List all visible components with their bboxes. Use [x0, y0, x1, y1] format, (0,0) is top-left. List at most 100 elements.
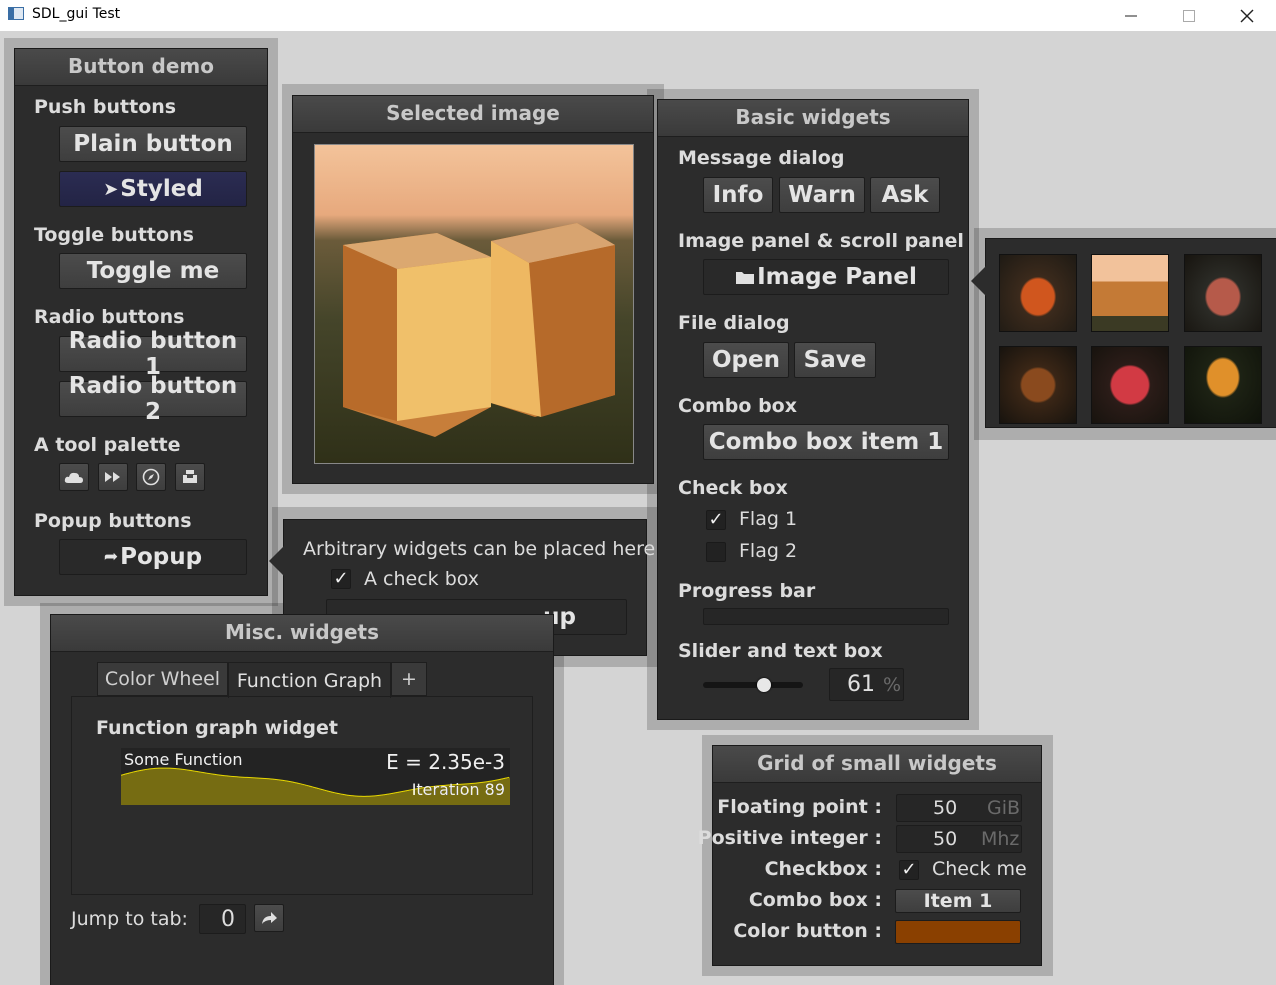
flag2-checkbox[interactable]: [706, 542, 726, 562]
rocket-icon: ➤: [103, 178, 119, 200]
slider[interactable]: [703, 675, 803, 695]
jump-to-tab-label: Jump to tab:: [71, 908, 188, 930]
positive-integer-input[interactable]: 50 Mhz: [896, 825, 1022, 853]
progress-bar-label: Progress bar: [678, 580, 816, 602]
floating-point-unit: GiB: [987, 797, 1021, 819]
fast-forward-icon: [105, 472, 120, 482]
radio-buttons-label: Radio buttons: [34, 306, 185, 328]
tab-add[interactable]: +: [391, 662, 427, 696]
thumbnail-3[interactable]: [1184, 254, 1262, 332]
plain-button[interactable]: Plain button: [59, 126, 247, 162]
popup-checkbox[interactable]: ✓: [331, 569, 351, 589]
styled-button[interactable]: ➤ Styled: [59, 171, 247, 207]
combo-box-label: Combo box: [678, 395, 797, 417]
radio-button-1[interactable]: Radio button 1: [59, 328, 247, 380]
grid-checkbox[interactable]: ✓: [899, 860, 919, 880]
thumbnail-2[interactable]: [1091, 254, 1169, 332]
tool-cloud-button[interactable]: [59, 463, 89, 491]
ask-button[interactable]: Ask: [870, 177, 940, 213]
thumbnail-5[interactable]: [1091, 346, 1169, 424]
window-header[interactable]: Basic widgets: [658, 100, 968, 137]
grid-label-checkbox: Checkbox :: [764, 858, 882, 880]
popup-buttons-label: Popup buttons: [34, 510, 192, 532]
jump-button[interactable]: [254, 904, 284, 932]
positive-integer-value: 50: [933, 828, 958, 850]
message-dialog-label: Message dialog: [678, 147, 845, 169]
window-header[interactable]: Button demo: [15, 49, 267, 86]
toggle-button[interactable]: Toggle me: [59, 253, 247, 289]
grid-label-combo-box: Combo box :: [748, 889, 882, 911]
thumbnail-6[interactable]: [1184, 346, 1262, 424]
close-icon: [1240, 9, 1254, 22]
image-panel-button[interactable]: Image Panel: [703, 259, 949, 295]
jump-to-tab-input[interactable]: 0: [199, 904, 246, 934]
styled-button-label: Styled: [120, 176, 203, 202]
graph-footer: Iteration 89: [411, 780, 505, 799]
thumbnail-1[interactable]: [999, 254, 1077, 332]
basic-widgets-window: Basic widgets Message dialog Info Warn A…: [657, 99, 969, 720]
color-button[interactable]: [895, 920, 1021, 944]
popup-button-label: Popup: [120, 544, 203, 570]
image-panel-label: Image panel & scroll panel: [678, 230, 964, 252]
compass-icon: [142, 468, 160, 486]
selected-image-window: Selected image: [292, 95, 654, 484]
combo-box[interactable]: Combo box item 1: [703, 424, 949, 460]
window-title: SDL_gui Test: [32, 6, 121, 22]
slider-unit: %: [883, 674, 902, 696]
maximize-icon: [1183, 9, 1195, 22]
os-title-bar: SDL_gui Test: [0, 0, 1276, 31]
maximize-button[interactable]: [1160, 0, 1218, 31]
tab-color-wheel[interactable]: Color Wheel: [97, 662, 228, 696]
forward-arrow-icon: [262, 912, 277, 924]
file-dialog-label: File dialog: [678, 312, 790, 334]
jump-to-tab-value: 0: [221, 907, 235, 932]
popup-arrow: [971, 266, 986, 296]
popup-checkbox-label: A check box: [364, 568, 480, 590]
tab-function-graph[interactable]: Function Graph: [228, 662, 391, 698]
folder-icon: [736, 272, 755, 284]
function-graph-label: Function graph widget: [96, 717, 338, 739]
tool-inbox-button[interactable]: [175, 463, 205, 491]
tamago-sushi-image: [343, 223, 615, 437]
window-header[interactable]: Misc. widgets: [51, 615, 553, 652]
popup-text: Arbitrary widgets can be placed here: [303, 538, 656, 560]
graph-header: E = 2.35e-3: [386, 750, 505, 774]
cloud-icon: [64, 472, 83, 483]
app-icon: [8, 7, 24, 20]
minimize-button[interactable]: [1102, 0, 1160, 31]
image-panel-button-label: Image Panel: [757, 264, 917, 290]
slider-label: Slider and text box: [678, 640, 883, 662]
radio-button-2[interactable]: Radio button 2: [59, 373, 247, 425]
positive-integer-unit: Mhz: [981, 828, 1020, 850]
grid-label-color-button: Color button :: [733, 920, 882, 942]
progress-bar: [703, 608, 949, 625]
slider-track: [703, 682, 803, 688]
share-icon: ➦: [103, 547, 119, 567]
slider-knob[interactable]: [757, 678, 771, 692]
grid-checkbox-label: Check me: [932, 858, 1027, 880]
floating-point-input[interactable]: 50 GiB: [896, 794, 1022, 822]
function-graph: Some Function E = 2.35e-3 Iteration 89: [121, 748, 510, 805]
open-button[interactable]: Open: [703, 342, 789, 378]
info-button[interactable]: Info: [703, 177, 773, 213]
popup-button[interactable]: ➦ Popup: [59, 539, 247, 575]
tool-fast-forward-button[interactable]: [98, 463, 128, 491]
grid-combo-box[interactable]: Item 1: [895, 889, 1021, 913]
tool-compass-button[interactable]: [136, 463, 166, 491]
selected-image: [314, 144, 634, 464]
grid-label-positive-integer: Positive integer :: [697, 827, 882, 849]
window-header[interactable]: Selected image: [293, 96, 653, 133]
button-demo-window: Button demo Push buttons Plain button ➤ …: [14, 48, 268, 596]
minimize-icon: [1125, 15, 1137, 16]
flag2-label: Flag 2: [739, 540, 798, 562]
misc-widgets-window: Misc. widgets Color Wheel Function Graph…: [50, 614, 554, 985]
close-button[interactable]: [1218, 0, 1276, 31]
toggle-buttons-label: Toggle buttons: [34, 224, 194, 246]
flag1-checkbox[interactable]: ✓: [706, 510, 726, 530]
save-button[interactable]: Save: [794, 342, 876, 378]
thumbnail-4[interactable]: [999, 346, 1077, 424]
warn-button[interactable]: Warn: [779, 177, 865, 213]
slider-value-box[interactable]: 61 %: [829, 668, 904, 701]
window-header[interactable]: Grid of small widgets: [713, 746, 1041, 783]
tool-palette-label: A tool palette: [34, 434, 181, 456]
